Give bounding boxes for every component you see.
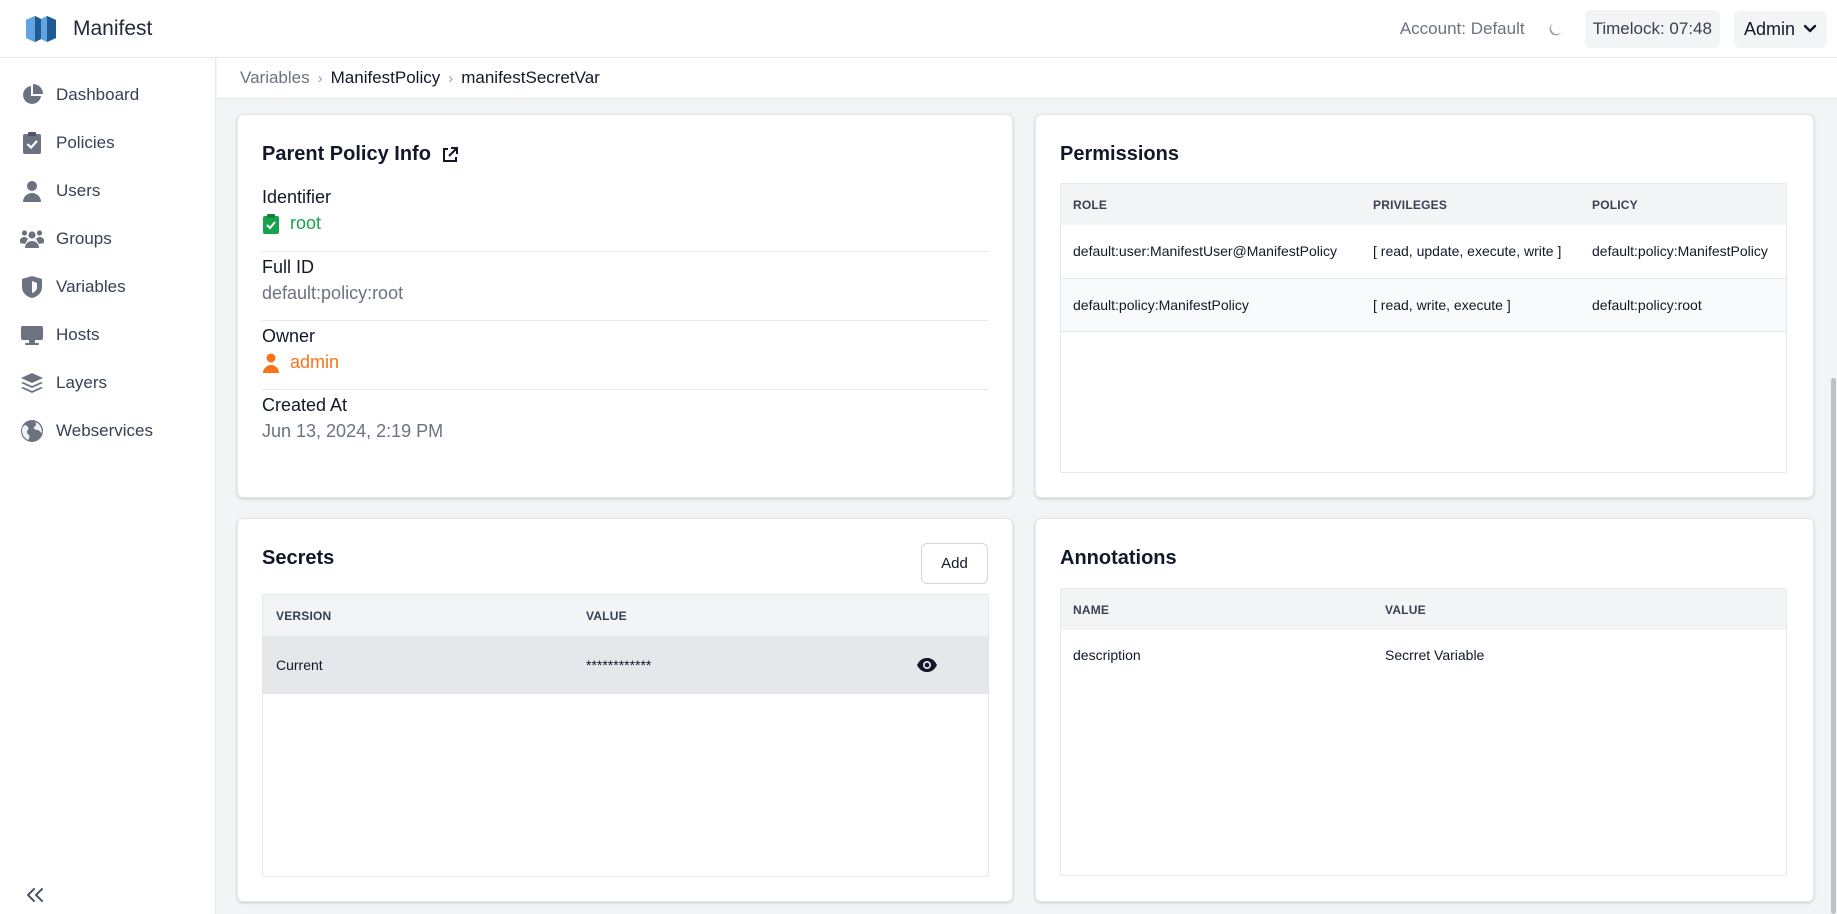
annotations-card: Annotations NAME VALUE description Secrr… bbox=[1035, 518, 1814, 902]
top-bar: Manifest Account: Default Timelock: 07:4… bbox=[0, 0, 1837, 58]
owner-value[interactable]: admin bbox=[262, 352, 339, 373]
permissions-table: ROLE PRIVILEGES POLICY default:user:Mani… bbox=[1060, 183, 1787, 473]
sidebar-item-label: Hosts bbox=[56, 325, 100, 344]
permissions-title: Permissions bbox=[1060, 143, 1179, 165]
sidebar-item-variables[interactable]: Variables bbox=[20, 274, 126, 300]
breadcrumb-variables-link[interactable]: Variables bbox=[240, 68, 310, 88]
table-row: default:user:ManifestUser@ManifestPolicy… bbox=[1061, 225, 1786, 278]
sidebar-item-users[interactable]: Users bbox=[20, 178, 100, 204]
sidebar-item-label: Webservices bbox=[56, 421, 153, 440]
column-header-actions bbox=[884, 595, 988, 636]
secrets-card: Secrets Add VERSION VALUE Current ******… bbox=[237, 518, 1013, 902]
sidebar: Dashboard Policies Users Groups Variable… bbox=[0, 58, 216, 914]
add-secret-button[interactable]: Add bbox=[921, 543, 988, 584]
app-name: Manifest bbox=[73, 16, 153, 40]
value-cell: ************ bbox=[586, 657, 652, 673]
host-icon bbox=[21, 326, 43, 345]
column-header-version: VERSION bbox=[263, 595, 574, 636]
sidebar-item-dashboard[interactable]: Dashboard bbox=[20, 82, 139, 108]
eye-icon[interactable] bbox=[916, 657, 938, 673]
column-header-policy: POLICY bbox=[1580, 184, 1786, 225]
column-header-privileges: PRIVILEGES bbox=[1361, 184, 1580, 225]
permissions-card: Permissions ROLE PRIVILEGES POLICY defau… bbox=[1035, 114, 1814, 498]
policy-cell: default:policy:ManifestPolicy bbox=[1592, 243, 1768, 260]
role-cell: default:user:ManifestUser@ManifestPolicy bbox=[1073, 243, 1337, 260]
sidebar-item-webservices[interactable]: Webservices bbox=[20, 418, 153, 444]
breadcrumb-separator-icon: › bbox=[448, 69, 454, 87]
policy-cell: default:policy:root bbox=[1592, 296, 1702, 313]
globe-icon bbox=[21, 420, 43, 442]
column-header-value: VALUE bbox=[1373, 589, 1786, 630]
reveal-cell bbox=[884, 636, 988, 694]
parent-policy-title-text: Parent Policy Info bbox=[262, 143, 431, 165]
moon-icon[interactable] bbox=[1547, 20, 1565, 38]
account-label: Account: Default bbox=[1399, 19, 1525, 38]
secrets-table: VERSION VALUE Current ************ bbox=[262, 594, 989, 877]
policy-icon bbox=[23, 132, 41, 154]
identifier-value[interactable]: root bbox=[262, 213, 321, 234]
admin-menu-button[interactable]: Admin bbox=[1733, 10, 1827, 48]
privileges-cell: [ read, update, execute, write ] bbox=[1373, 243, 1562, 260]
column-header-value: VALUE bbox=[574, 595, 884, 636]
external-link-icon[interactable] bbox=[441, 146, 459, 164]
annotations-title: Annotations bbox=[1060, 547, 1177, 569]
sidebar-item-policies[interactable]: Policies bbox=[20, 130, 115, 156]
sidebar-item-label: Users bbox=[56, 181, 101, 200]
breadcrumb-current: manifestSecretVar bbox=[461, 68, 600, 87]
annotation-value-cell: Secrret Variable bbox=[1385, 647, 1485, 663]
chevron-down-icon bbox=[1803, 24, 1817, 33]
parent-policy-card: Parent Policy Info Identifier root Full … bbox=[237, 114, 1013, 498]
sidebar-item-label: Policies bbox=[56, 133, 115, 152]
dashboard-icon bbox=[23, 84, 43, 104]
table-row: description Secrret Variable bbox=[1061, 630, 1786, 680]
annotations-table: NAME VALUE description Secrret Variable bbox=[1060, 588, 1787, 876]
user-icon bbox=[263, 353, 279, 373]
column-header-role: ROLE bbox=[1061, 184, 1361, 225]
sidebar-item-hosts[interactable]: Hosts bbox=[20, 322, 99, 348]
role-cell: default:policy:ManifestPolicy bbox=[1073, 296, 1249, 313]
brand[interactable]: Manifest bbox=[24, 14, 152, 44]
sidebar-item-label: Layers bbox=[56, 373, 108, 392]
breadcrumb: Variables › ManifestPolicy › manifestSec… bbox=[217, 58, 1837, 99]
annotation-name-cell: description bbox=[1073, 647, 1141, 663]
layers-icon bbox=[21, 373, 43, 393]
sidebar-item-label: Groups bbox=[56, 229, 112, 248]
divider bbox=[262, 251, 988, 252]
column-header-name: NAME bbox=[1061, 589, 1373, 630]
parent-policy-title: Parent Policy Info bbox=[262, 143, 459, 166]
owner-label: Owner bbox=[262, 326, 316, 346]
identifier-link[interactable]: root bbox=[290, 213, 321, 234]
table-row: default:policy:ManifestPolicy [ read, wr… bbox=[1061, 278, 1786, 331]
breadcrumb-separator-icon: › bbox=[317, 69, 323, 87]
created-at-value: Jun 13, 2024, 2:19 PM bbox=[262, 421, 444, 441]
groups-icon bbox=[20, 230, 44, 248]
owner-link[interactable]: admin bbox=[290, 352, 339, 373]
collapse-sidebar-icon[interactable] bbox=[24, 884, 46, 906]
version-cell: Current bbox=[276, 657, 323, 673]
divider bbox=[262, 320, 988, 321]
identifier-label: Identifier bbox=[262, 187, 332, 207]
timelock-badge[interactable]: Timelock: 07:48 bbox=[1584, 10, 1720, 48]
table-row: Current ************ bbox=[263, 636, 988, 694]
secrets-title: Secrets bbox=[262, 547, 335, 569]
variables-icon bbox=[22, 276, 42, 298]
sidebar-item-layers[interactable]: Layers bbox=[20, 370, 107, 396]
scrollbar-thumb[interactable] bbox=[1831, 378, 1836, 914]
policy-icon bbox=[263, 213, 279, 234]
full-id-value: default:policy:root bbox=[262, 283, 404, 303]
sidebar-item-label: Variables bbox=[56, 277, 126, 296]
full-id-label: Full ID bbox=[262, 257, 315, 277]
sidebar-item-groups[interactable]: Groups bbox=[20, 226, 112, 252]
manifest-logo-icon bbox=[26, 15, 56, 42]
breadcrumb-policy-link[interactable]: ManifestPolicy bbox=[331, 68, 441, 88]
user-icon bbox=[23, 181, 41, 202]
admin-menu-label: Admin bbox=[1743, 18, 1795, 39]
divider bbox=[262, 389, 988, 390]
privileges-cell: [ read, write, execute ] bbox=[1373, 296, 1511, 313]
created-at-label: Created At bbox=[262, 395, 348, 415]
sidebar-item-label: Dashboard bbox=[56, 85, 140, 104]
